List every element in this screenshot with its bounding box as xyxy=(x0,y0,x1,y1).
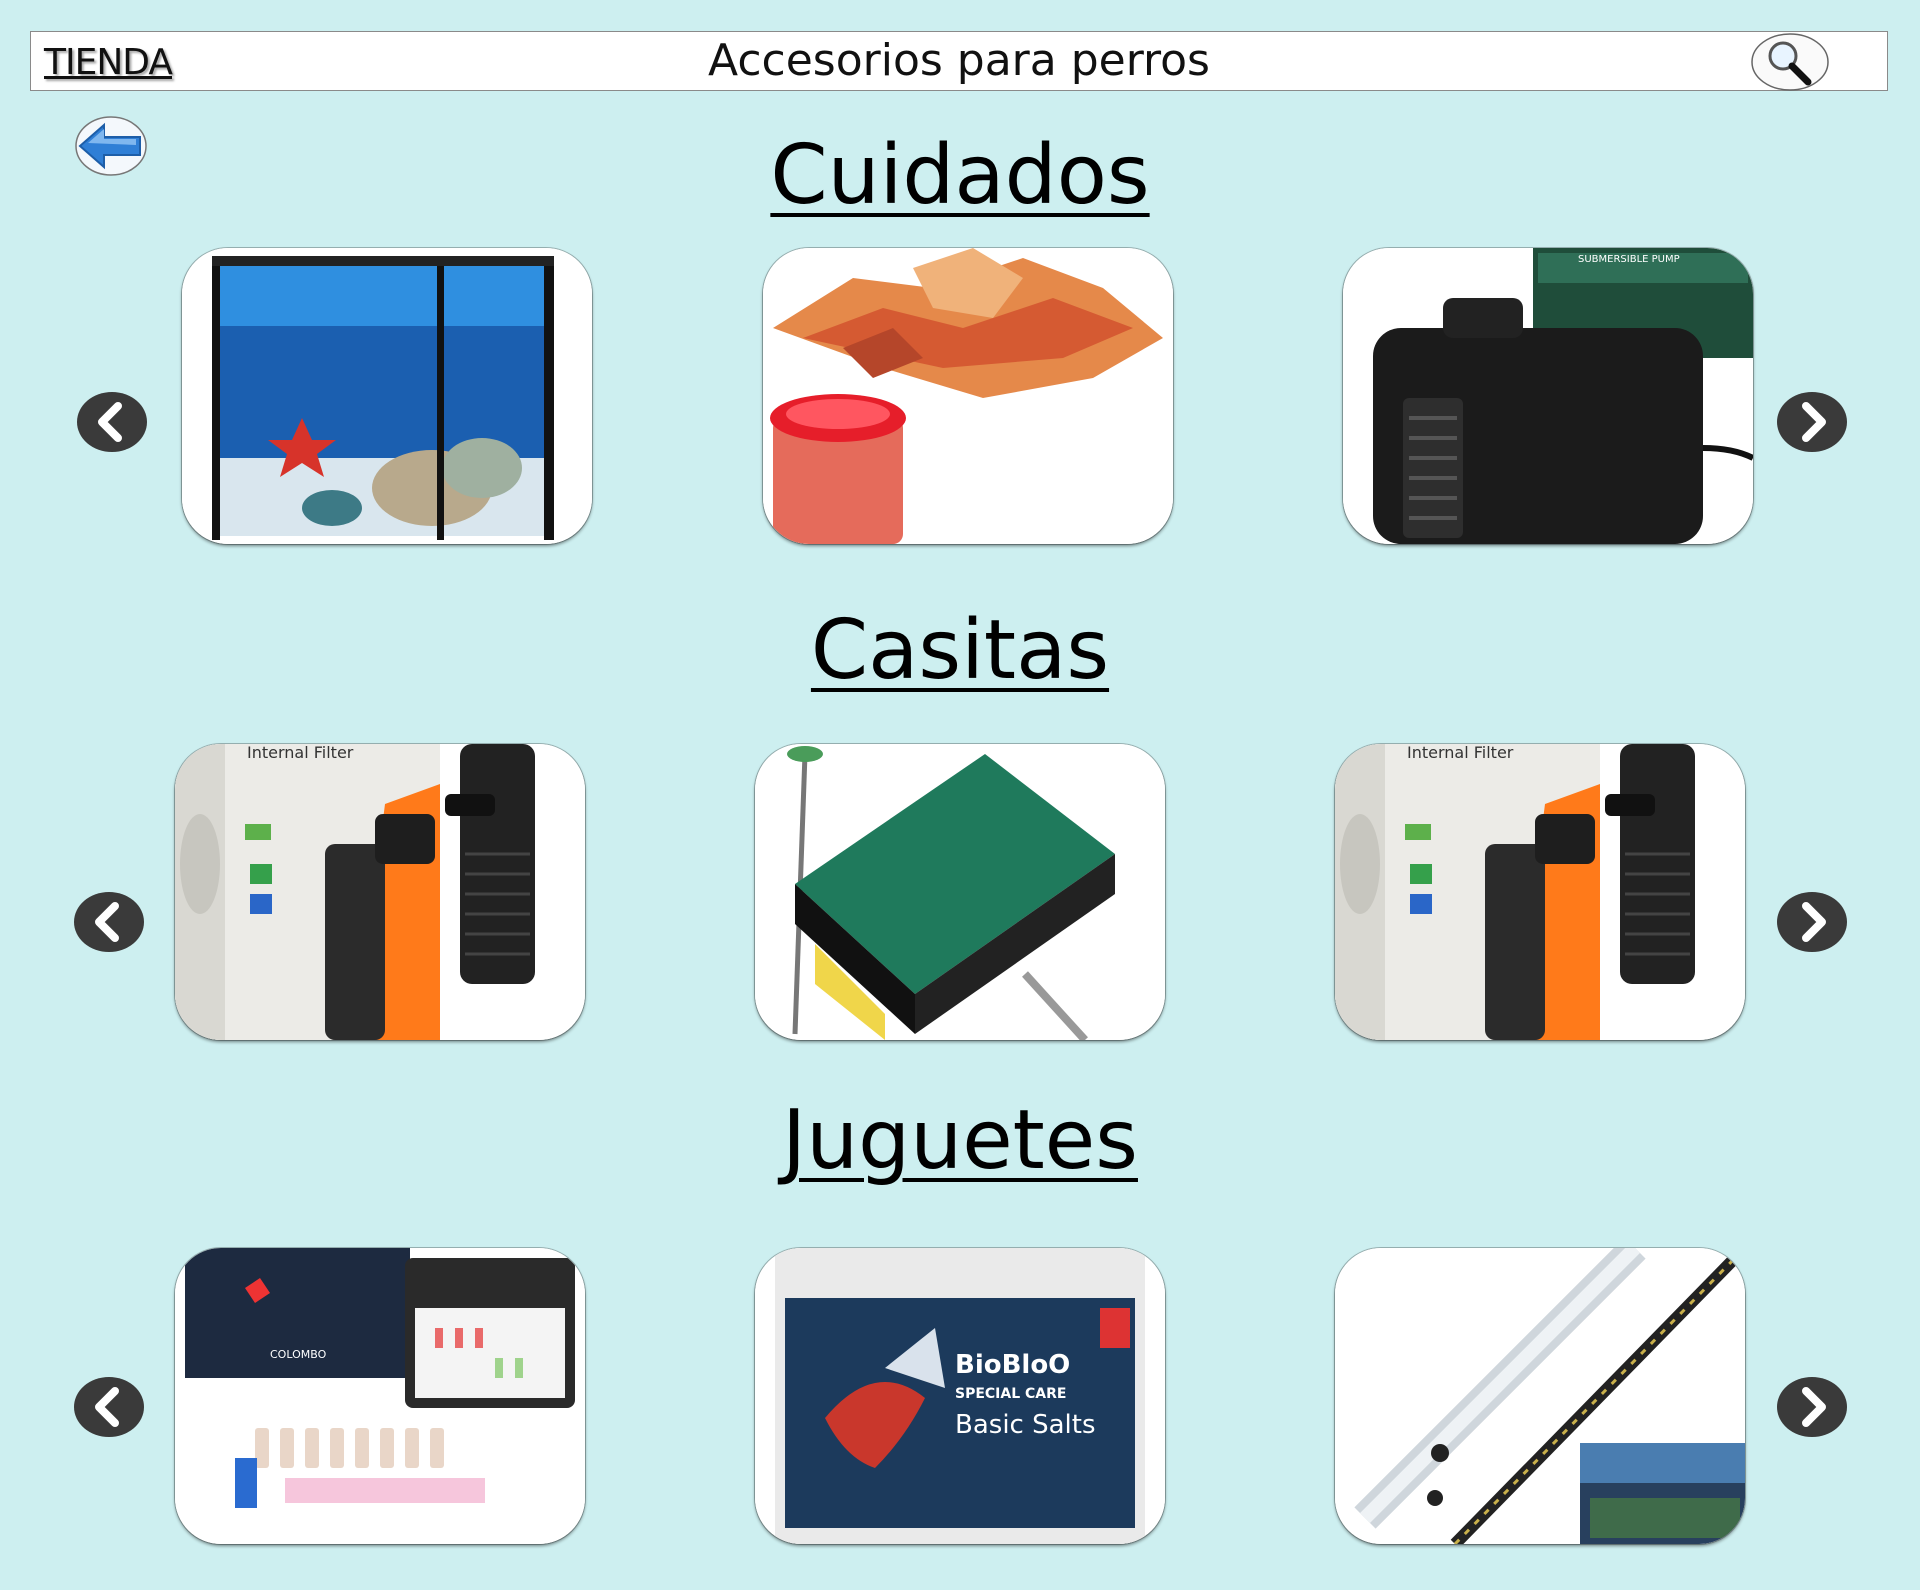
product-card[interactable] xyxy=(1335,1248,1745,1544)
chevron-left-icon xyxy=(74,892,144,952)
product-card[interactable] xyxy=(182,248,592,544)
submersible-pump-image: SUBMERSIBLE PUMP xyxy=(1343,248,1753,544)
biobloo-product-text: Basic Salts xyxy=(955,1410,1096,1440)
filter-box-label: Internal Filter xyxy=(247,744,354,762)
product-card[interactable]: Internal Filter xyxy=(175,744,585,1040)
led-aquarium-light-image xyxy=(1335,1248,1745,1544)
fish-food-flakes-image xyxy=(763,248,1173,544)
carousel-prev-button[interactable] xyxy=(73,1376,145,1438)
chevron-left-icon xyxy=(74,1377,144,1437)
section-title-cuidados: Cuidados xyxy=(770,128,1150,223)
water-test-kit-image: COLOMBO xyxy=(175,1248,585,1544)
carousel-next-button[interactable] xyxy=(1776,891,1848,953)
biobloo-basic-salts-image: BioBloO SPECIAL CARE Basic Salts xyxy=(755,1248,1165,1544)
biobloo-brand-text: BioBloO xyxy=(955,1350,1070,1380)
product-card[interactable] xyxy=(763,248,1173,544)
carousel-next-button[interactable] xyxy=(1776,1376,1848,1438)
filter-box-label: Internal Filter xyxy=(1407,744,1514,762)
carousel-prev-button[interactable] xyxy=(73,891,145,953)
product-card[interactable]: BioBloO SPECIAL CARE Basic Salts xyxy=(755,1248,1165,1544)
carousel-next-button[interactable] xyxy=(1776,391,1848,453)
chevron-left-icon xyxy=(77,392,147,452)
product-card[interactable] xyxy=(755,744,1165,1040)
chevron-right-icon xyxy=(1777,1377,1847,1437)
section-title-juguetes: Juguetes xyxy=(782,1093,1138,1188)
internal-filter-image: Internal Filter xyxy=(1335,744,1745,1040)
product-card[interactable]: COLOMBO xyxy=(175,1248,585,1544)
chevron-right-icon xyxy=(1777,392,1847,452)
biobloo-subtitle-text: SPECIAL CARE xyxy=(955,1386,1066,1402)
aquarium-tank-image xyxy=(182,248,592,544)
top-bar: TIENDA Accesorios para perros xyxy=(30,31,1888,91)
chevron-right-icon xyxy=(1777,892,1847,952)
pump-box-label: SUBMERSIBLE PUMP xyxy=(1578,254,1680,265)
carousel-prev-button[interactable] xyxy=(76,391,148,453)
page-title: Accesorios para perros xyxy=(708,35,1210,86)
product-card[interactable]: SUBMERSIBLE PUMP xyxy=(1343,248,1753,544)
internal-filter-image: Internal Filter xyxy=(175,744,585,1040)
algae-scraper-image xyxy=(755,744,1165,1040)
product-card[interactable]: Internal Filter xyxy=(1335,744,1745,1040)
magnifier-icon xyxy=(1751,33,1829,91)
search-button[interactable] xyxy=(1750,32,1832,92)
test-kit-label: COLOMBO xyxy=(270,1348,327,1361)
section-title-casitas: Casitas xyxy=(810,603,1110,698)
